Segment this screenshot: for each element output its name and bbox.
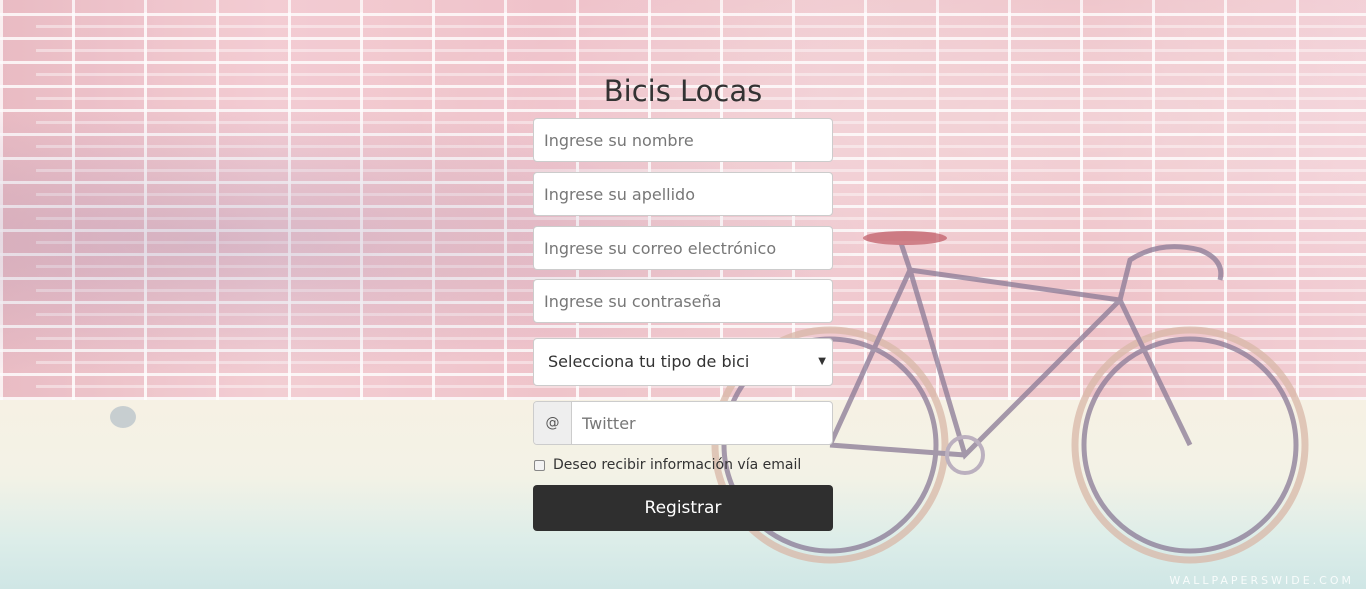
email-input[interactable] bbox=[533, 226, 833, 270]
name-input[interactable] bbox=[533, 118, 833, 162]
newsletter-option[interactable]: Deseo recibir información vía email bbox=[533, 456, 801, 474]
wall-pipe bbox=[110, 406, 136, 428]
watermark-text: WALLPAPERSWIDE.COM bbox=[1169, 574, 1354, 587]
bike-type-select-value: Selecciona tu tipo de bici bbox=[548, 352, 750, 371]
bike-type-select[interactable]: Selecciona tu tipo de bici ▼ bbox=[533, 338, 833, 386]
registration-form: Bicis Locas Selecciona tu tipo de bici ▼… bbox=[533, 70, 833, 531]
lastname-input[interactable] bbox=[533, 172, 833, 216]
at-sign-addon: @ bbox=[534, 402, 572, 444]
password-input[interactable] bbox=[533, 279, 833, 323]
page-title: Bicis Locas bbox=[603, 74, 763, 108]
twitter-input[interactable] bbox=[572, 402, 832, 444]
caret-down-icon: ▼ bbox=[818, 356, 826, 367]
newsletter-checkbox[interactable] bbox=[534, 459, 545, 471]
register-button[interactable]: Registrar bbox=[533, 485, 833, 531]
twitter-input-group: @ bbox=[533, 401, 833, 445]
newsletter-label: Deseo recibir información vía email bbox=[553, 457, 802, 473]
